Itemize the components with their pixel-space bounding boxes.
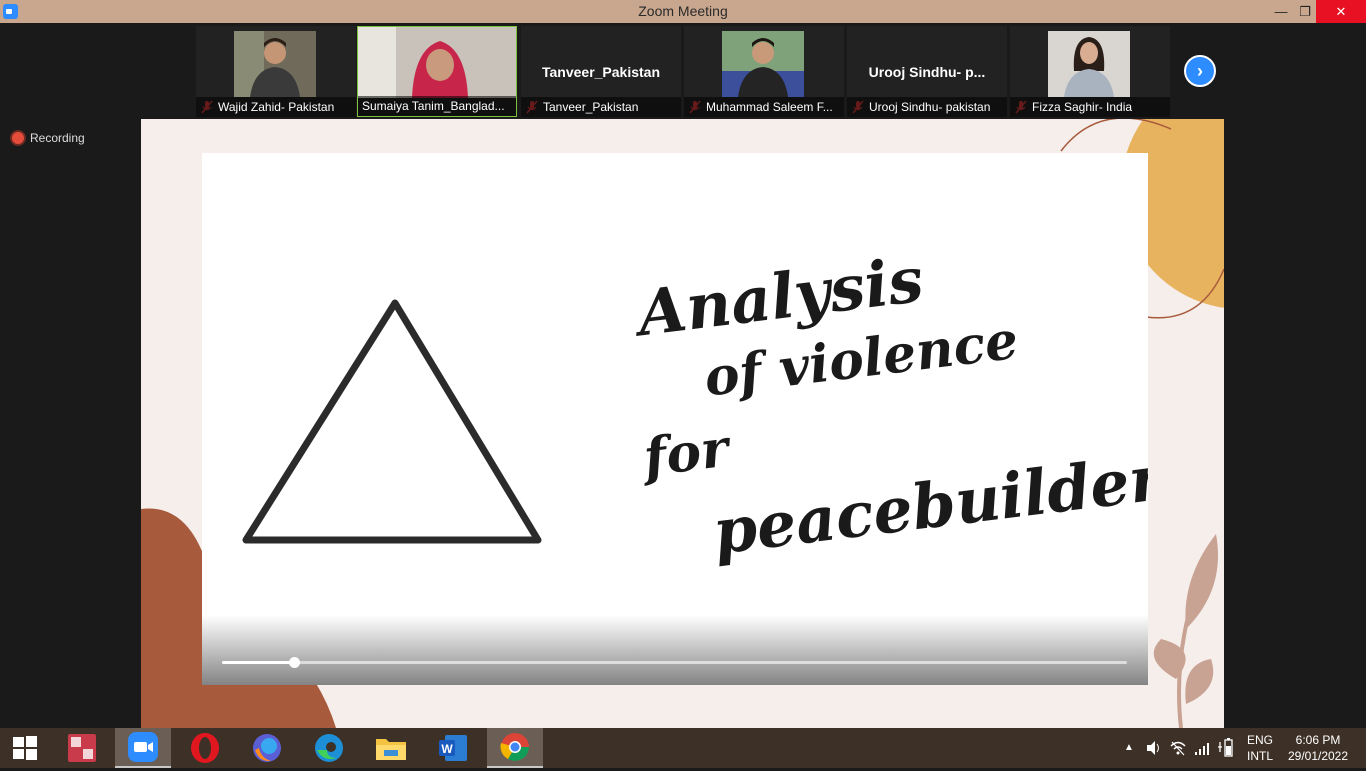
participant-tile[interactable]: Wajid Zahid- Pakistan [196, 26, 356, 117]
participant-name: Fizza Saghir- India [1010, 97, 1170, 117]
participant-video [234, 31, 316, 97]
taskbar-app-file-explorer[interactable] [363, 728, 419, 768]
participant-video [358, 27, 516, 98]
participant-tile[interactable]: Muhammad Saleem F... [684, 26, 844, 117]
folder-icon [376, 739, 406, 760]
tray-battery[interactable] [1217, 728, 1237, 768]
participant-video [1048, 31, 1130, 97]
clock-date: 29/01/2022 [1287, 749, 1349, 763]
title-bar: Zoom Meeting — ❐ ✕ [0, 0, 1366, 23]
participant-tile[interactable]: Urooj Sindhu- p... Urooj Sindhu- pakista… [847, 26, 1007, 117]
cellular-signal-icon [1195, 743, 1209, 755]
participant-name: Urooj Sindhu- pakistan [847, 97, 1007, 117]
opera-browser-icon [191, 733, 219, 763]
wifi-icon [1170, 741, 1186, 756]
word-app-icon: W [439, 735, 467, 761]
firefox-browser-icon [253, 734, 281, 762]
participant-tile-active-speaker[interactable]: Sumaiya Tanim_Banglad... [357, 26, 517, 117]
participant-name: Muhammad Saleem F... [684, 97, 844, 117]
window-title: Zoom Meeting [638, 3, 728, 19]
record-icon [12, 132, 24, 144]
zoom-app-icon [128, 732, 158, 762]
windows-logo-icon [13, 736, 37, 760]
chrome-browser-icon [500, 733, 529, 761]
taskbar-app-firefox[interactable] [239, 728, 295, 768]
slide-title-line: for [640, 417, 732, 489]
recording-label: Recording [30, 131, 85, 145]
clock-time: 6:06 PM [1295, 733, 1341, 747]
svg-text:W: W [441, 742, 453, 756]
calculator-app-icon [68, 734, 96, 762]
presentation-slide: Analysis of violence for peacebuilders [202, 153, 1148, 685]
volume-icon [1147, 741, 1159, 755]
participant-tile[interactable]: Fizza Saghir- India [1010, 26, 1170, 117]
taskbar-app-chrome[interactable] [487, 728, 543, 768]
tray-volume[interactable] [1145, 728, 1165, 768]
show-hidden-icons-chevron-up-icon[interactable]: ▲ [1124, 728, 1138, 768]
participant-display-name: Tanveer_Pakistan [541, 64, 661, 80]
keyboard-layout: INTL [1246, 749, 1273, 763]
edge-browser-icon [315, 734, 343, 762]
participant-name: Sumaiya Tanim_Banglad... [358, 96, 516, 116]
video-controls-overlay [202, 615, 1148, 685]
triangle-shape [242, 299, 542, 544]
tray-clock[interactable]: 6:06 PM 29/01/2022 [1284, 728, 1352, 768]
participant-video [722, 31, 804, 97]
participant-tile[interactable]: Tanveer_Pakistan Tanveer_Pakistan [521, 26, 681, 117]
taskbar-app-word[interactable]: W [425, 728, 481, 768]
language-code: ENG [1246, 733, 1273, 747]
taskbar-app-edge[interactable] [301, 728, 357, 768]
video-progress-fill [222, 661, 295, 664]
tray-wifi[interactable] [1169, 728, 1189, 768]
participant-name: Tanveer_Pakistan [521, 97, 681, 117]
close-button[interactable]: ✕ [1316, 0, 1366, 23]
taskbar-app-opera[interactable] [177, 728, 233, 768]
participant-strip: Wajid Zahid- Pakistan Sumaiya Tanim_Bang… [0, 23, 1366, 119]
shared-screen: Analysis of violence for peacebuilders [141, 119, 1224, 728]
taskbar: W ▲ ENG INTL 6:06 PM 29/01/2022 [0, 728, 1366, 768]
taskbar-app-calculator[interactable] [54, 728, 110, 768]
battery-icon [1218, 738, 1233, 757]
recording-indicator[interactable]: Recording [12, 131, 85, 145]
tray-language[interactable]: ENG INTL [1242, 728, 1278, 768]
next-page-chevron-right-icon[interactable]: › [1184, 55, 1216, 87]
participant-display-name: Urooj Sindhu- p... [868, 64, 986, 80]
taskbar-app-zoom[interactable] [115, 728, 171, 768]
participant-name: Wajid Zahid- Pakistan [196, 97, 356, 117]
video-progress-bar[interactable] [222, 657, 1127, 668]
tray-network[interactable] [1193, 728, 1213, 768]
start-button[interactable] [0, 728, 50, 768]
